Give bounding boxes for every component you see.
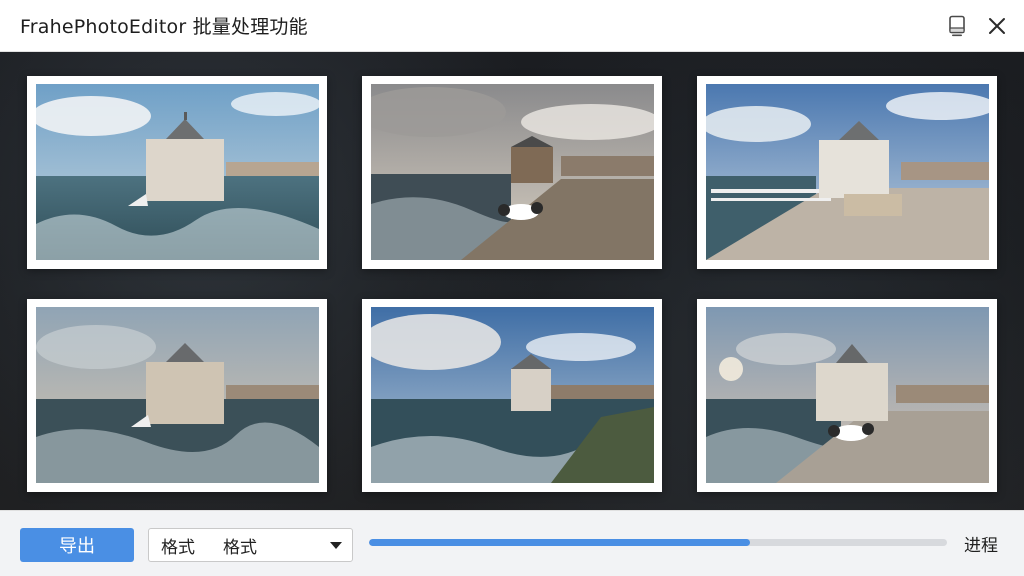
minimize-button[interactable] bbox=[942, 12, 972, 40]
progress-bar bbox=[369, 539, 947, 546]
progress-label: 进程 bbox=[964, 536, 998, 556]
photo-card-2[interactable] bbox=[362, 76, 662, 269]
chevron-down-icon bbox=[330, 542, 342, 549]
photo-card-5[interactable] bbox=[362, 299, 662, 492]
photo-thumbnail-2 bbox=[371, 84, 654, 260]
close-icon bbox=[988, 17, 1006, 35]
progress-bar-fill bbox=[369, 539, 751, 546]
photo-card-4[interactable] bbox=[27, 299, 327, 492]
close-button[interactable] bbox=[982, 12, 1012, 40]
photo-thumbnail-4 bbox=[36, 307, 319, 483]
photo-card-1[interactable] bbox=[27, 76, 327, 269]
photo-thumbnail-5 bbox=[371, 307, 654, 483]
format-dropdown[interactable]: 格式 格式 bbox=[148, 528, 353, 562]
photo-card-3[interactable] bbox=[697, 76, 997, 269]
title-bar: FrahePhotoEditor 批量处理功能 bbox=[0, 0, 1024, 52]
photo-thumbnail-1 bbox=[36, 84, 319, 260]
minimize-icon bbox=[947, 15, 967, 37]
window-controls bbox=[942, 12, 1012, 40]
format-label: 格式 bbox=[161, 537, 195, 558]
photo-card-6[interactable] bbox=[697, 299, 997, 492]
photo-grid bbox=[0, 52, 1024, 510]
export-button[interactable]: 导出 bbox=[20, 528, 134, 562]
app-window: FrahePhotoEditor 批量处理功能 导出 格式 格式 进程 bbox=[0, 0, 1024, 576]
photo-thumbnail-6 bbox=[706, 307, 989, 483]
window-title: FrahePhotoEditor 批量处理功能 bbox=[20, 16, 308, 38]
format-value: 格式 bbox=[223, 537, 257, 558]
photo-thumbnail-3 bbox=[706, 84, 989, 260]
